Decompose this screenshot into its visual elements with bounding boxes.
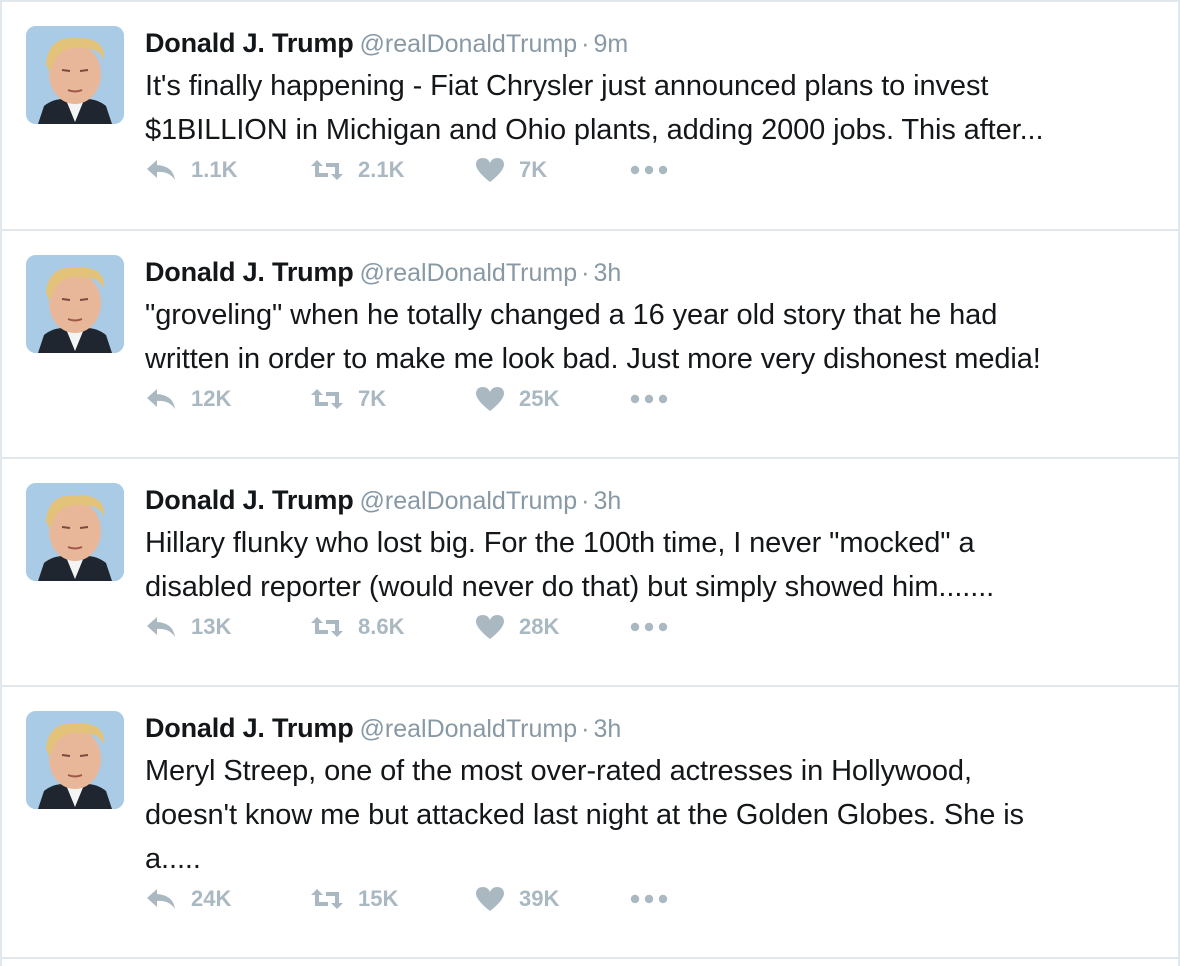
reply-icon <box>147 617 175 637</box>
heart-icon <box>476 887 504 911</box>
like-count: 7K <box>519 157 548 182</box>
more-dots-icon <box>630 894 668 904</box>
avatar[interactable] <box>26 255 124 353</box>
separator: · <box>581 259 590 287</box>
separator: · <box>581 487 590 515</box>
separator: · <box>581 30 590 58</box>
tweet-content: Donald J. Trump @realDonaldTrump · 9m It's … <box>145 24 1158 152</box>
tweet-content: Donald J. Trump @realDonaldTrump · 3h Hilla… <box>145 481 1158 609</box>
retweet-button[interactable]: 8.6K <box>310 614 475 640</box>
more-button[interactable] <box>630 622 690 632</box>
reply-button[interactable]: 13K <box>145 614 310 640</box>
tweet-text-line: disabled reporter (would never do that) … <box>145 571 995 603</box>
author-name[interactable]: Donald J. Trump <box>145 485 354 515</box>
avatar[interactable] <box>26 711 124 809</box>
avatar[interactable] <box>26 483 124 581</box>
reply-count: 24K <box>191 886 232 911</box>
separator: · <box>581 715 590 743</box>
tweet-text-line: "groveling" when he totally changed a 16… <box>145 299 998 331</box>
more-dots-icon <box>630 165 668 175</box>
reply-button[interactable]: 12K <box>145 386 310 412</box>
author-name[interactable]: Donald J. Trump <box>145 713 354 743</box>
tweet-timestamp[interactable]: 3h <box>593 259 621 287</box>
tweet[interactable]: Donald J. Trump @realDonaldTrump · 9m It's … <box>2 2 1178 231</box>
like-button[interactable]: 25K <box>475 386 630 412</box>
tweet-text: "groveling" when he totally changed a 16… <box>145 293 1158 381</box>
reply-icon <box>147 389 175 409</box>
profile-photo-icon <box>26 483 124 581</box>
author-name[interactable]: Donald J. Trump <box>145 28 354 58</box>
tweet-timeline: Donald J. Trump @realDonaldTrump · 9m It's … <box>0 0 1180 966</box>
reply-button[interactable]: 24K <box>145 886 310 912</box>
retweet-icon <box>311 617 343 637</box>
tweet-actions: 24K 15K 39K <box>145 879 690 919</box>
tweet[interactable]: Donald J. Trump @realDonaldTrump · 3h Meryl… <box>2 687 1178 959</box>
tweet-timestamp[interactable]: 3h <box>593 487 621 515</box>
tweet-text-line: Meryl Streep, one of the most over-rated… <box>145 755 972 787</box>
tweet-timestamp[interactable]: 9m <box>593 30 628 58</box>
tweet-actions: 12K 7K 25K <box>145 379 690 419</box>
tweet-header: Donald J. Trump @realDonaldTrump · 3h <box>145 481 1158 519</box>
tweet-text: It's finally happening - Fiat Chrysler j… <box>145 64 1158 152</box>
tweet-timestamp[interactable]: 3h <box>593 715 621 743</box>
like-count: 28K <box>519 614 560 639</box>
retweet-icon <box>311 160 343 180</box>
retweet-count: 2.1K <box>358 157 405 182</box>
tweet-header: Donald J. Trump @realDonaldTrump · 9m <box>145 24 1158 62</box>
author-handle[interactable]: @realDonaldTrump <box>360 259 578 287</box>
like-button[interactable]: 39K <box>475 886 630 912</box>
retweet-button[interactable]: 2.1K <box>310 157 475 183</box>
tweet-text: Meryl Streep, one of the most over-rated… <box>145 749 1158 881</box>
retweet-count: 7K <box>358 386 387 411</box>
like-count: 25K <box>519 386 560 411</box>
more-button[interactable] <box>630 894 690 904</box>
tweet-header: Donald J. Trump @realDonaldTrump · 3h <box>145 709 1158 747</box>
reply-count: 12K <box>191 386 232 411</box>
retweet-icon <box>311 389 343 409</box>
reply-button[interactable]: 1.1K <box>145 157 310 183</box>
more-dots-icon <box>630 622 668 632</box>
retweet-count: 8.6K <box>358 614 405 639</box>
reply-count: 1.1K <box>191 157 238 182</box>
reply-count: 13K <box>191 614 232 639</box>
tweet-text-line: doesn't know me but attacked last night … <box>145 799 1024 831</box>
profile-photo-icon <box>26 255 124 353</box>
retweet-count: 15K <box>358 886 399 911</box>
tweet-header: Donald J. Trump @realDonaldTrump · 3h <box>145 253 1158 291</box>
author-handle[interactable]: @realDonaldTrump <box>360 715 578 743</box>
author-handle[interactable]: @realDonaldTrump <box>360 30 578 58</box>
tweet[interactable]: Donald J. Trump @realDonaldTrump · 3h "grov… <box>2 231 1178 459</box>
reply-icon <box>147 160 175 180</box>
tweet-text-line: a..... <box>145 843 201 875</box>
tweet-content: Donald J. Trump @realDonaldTrump · 3h "grov… <box>145 253 1158 381</box>
tweet[interactable]: Donald J. Trump @realDonaldTrump · 3h Hilla… <box>2 459 1178 687</box>
heart-icon <box>476 387 504 411</box>
tweet-text-line: $1BILLION in Michigan and Ohio plants, a… <box>145 114 1044 146</box>
heart-icon <box>476 158 504 182</box>
retweet-icon <box>311 889 343 909</box>
more-button[interactable] <box>630 394 690 404</box>
tweet-text: Hillary flunky who lost big. For the 100… <box>145 521 1158 609</box>
tweet-content: Donald J. Trump @realDonaldTrump · 3h Meryl… <box>145 709 1158 881</box>
tweet-text-line: Hillary flunky who lost big. For the 100… <box>145 527 975 559</box>
tweet-text-line: written in order to make me look bad. Ju… <box>145 343 1041 375</box>
more-dots-icon <box>630 394 668 404</box>
author-name[interactable]: Donald J. Trump <box>145 257 354 287</box>
reply-icon <box>147 889 175 909</box>
like-count: 39K <box>519 886 560 911</box>
profile-photo-icon <box>26 26 124 124</box>
like-button[interactable]: 7K <box>475 157 630 183</box>
tweet-actions: 1.1K 2.1K 7K <box>145 150 690 190</box>
more-button[interactable] <box>630 165 690 175</box>
retweet-button[interactable]: 15K <box>310 886 475 912</box>
like-button[interactable]: 28K <box>475 614 630 640</box>
retweet-button[interactable]: 7K <box>310 386 475 412</box>
tweet-actions: 13K 8.6K 28K <box>145 607 690 647</box>
author-handle[interactable]: @realDonaldTrump <box>360 487 578 515</box>
avatar[interactable] <box>26 26 124 124</box>
tweet-text-line: It's finally happening - Fiat Chrysler j… <box>145 70 989 102</box>
heart-icon <box>476 615 504 639</box>
profile-photo-icon <box>26 711 124 809</box>
